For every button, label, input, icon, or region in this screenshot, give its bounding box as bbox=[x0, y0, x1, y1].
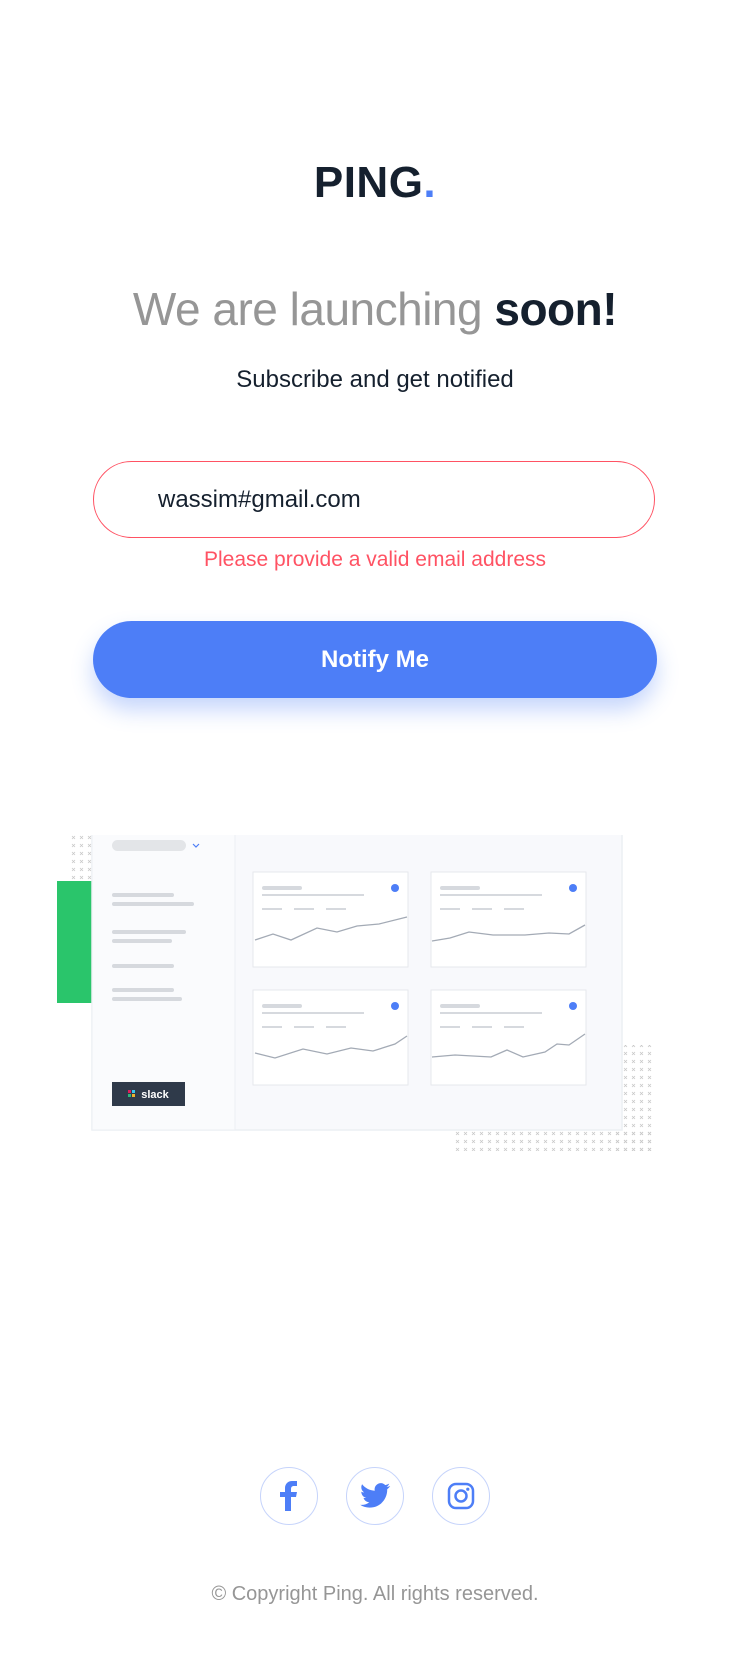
chart-card bbox=[252, 871, 409, 968]
dashboard-illustration: slack bbox=[57, 835, 655, 1151]
twitter-link[interactable] bbox=[346, 1467, 404, 1525]
brand-name: PING bbox=[313, 158, 424, 207]
instagram-icon bbox=[447, 1482, 475, 1510]
email-input[interactable] bbox=[93, 461, 655, 538]
headline-bold: soon! bbox=[494, 283, 618, 335]
slack-label: slack bbox=[141, 1089, 169, 1101]
headline-light: We are launching bbox=[132, 283, 495, 335]
chart-card bbox=[430, 989, 587, 1086]
check-icon bbox=[391, 884, 399, 892]
check-icon bbox=[391, 1002, 399, 1010]
email-error-message: Please provide a valid email address bbox=[203, 548, 547, 571]
notify-me-button[interactable]: Notify Me bbox=[93, 621, 657, 698]
facebook-link[interactable] bbox=[260, 1467, 318, 1525]
twitter-icon bbox=[360, 1483, 391, 1508]
brand-dot: . bbox=[423, 158, 437, 207]
check-icon bbox=[569, 884, 577, 892]
page-headline: We are launching soon! bbox=[0, 282, 750, 336]
chart-card bbox=[252, 989, 409, 1086]
subtitle: Subscribe and get notified bbox=[236, 366, 514, 393]
dot-pattern-bottom bbox=[455, 1131, 655, 1151]
copyright-text: © Copyright Ping. All rights reserved. bbox=[211, 1583, 539, 1605]
instagram-link[interactable] bbox=[432, 1467, 490, 1525]
sidebar-dropdown bbox=[112, 840, 186, 851]
brand-logo: PING. bbox=[0, 158, 750, 208]
check-icon bbox=[569, 1002, 577, 1010]
facebook-icon bbox=[280, 1481, 297, 1511]
chart-card bbox=[430, 871, 587, 968]
